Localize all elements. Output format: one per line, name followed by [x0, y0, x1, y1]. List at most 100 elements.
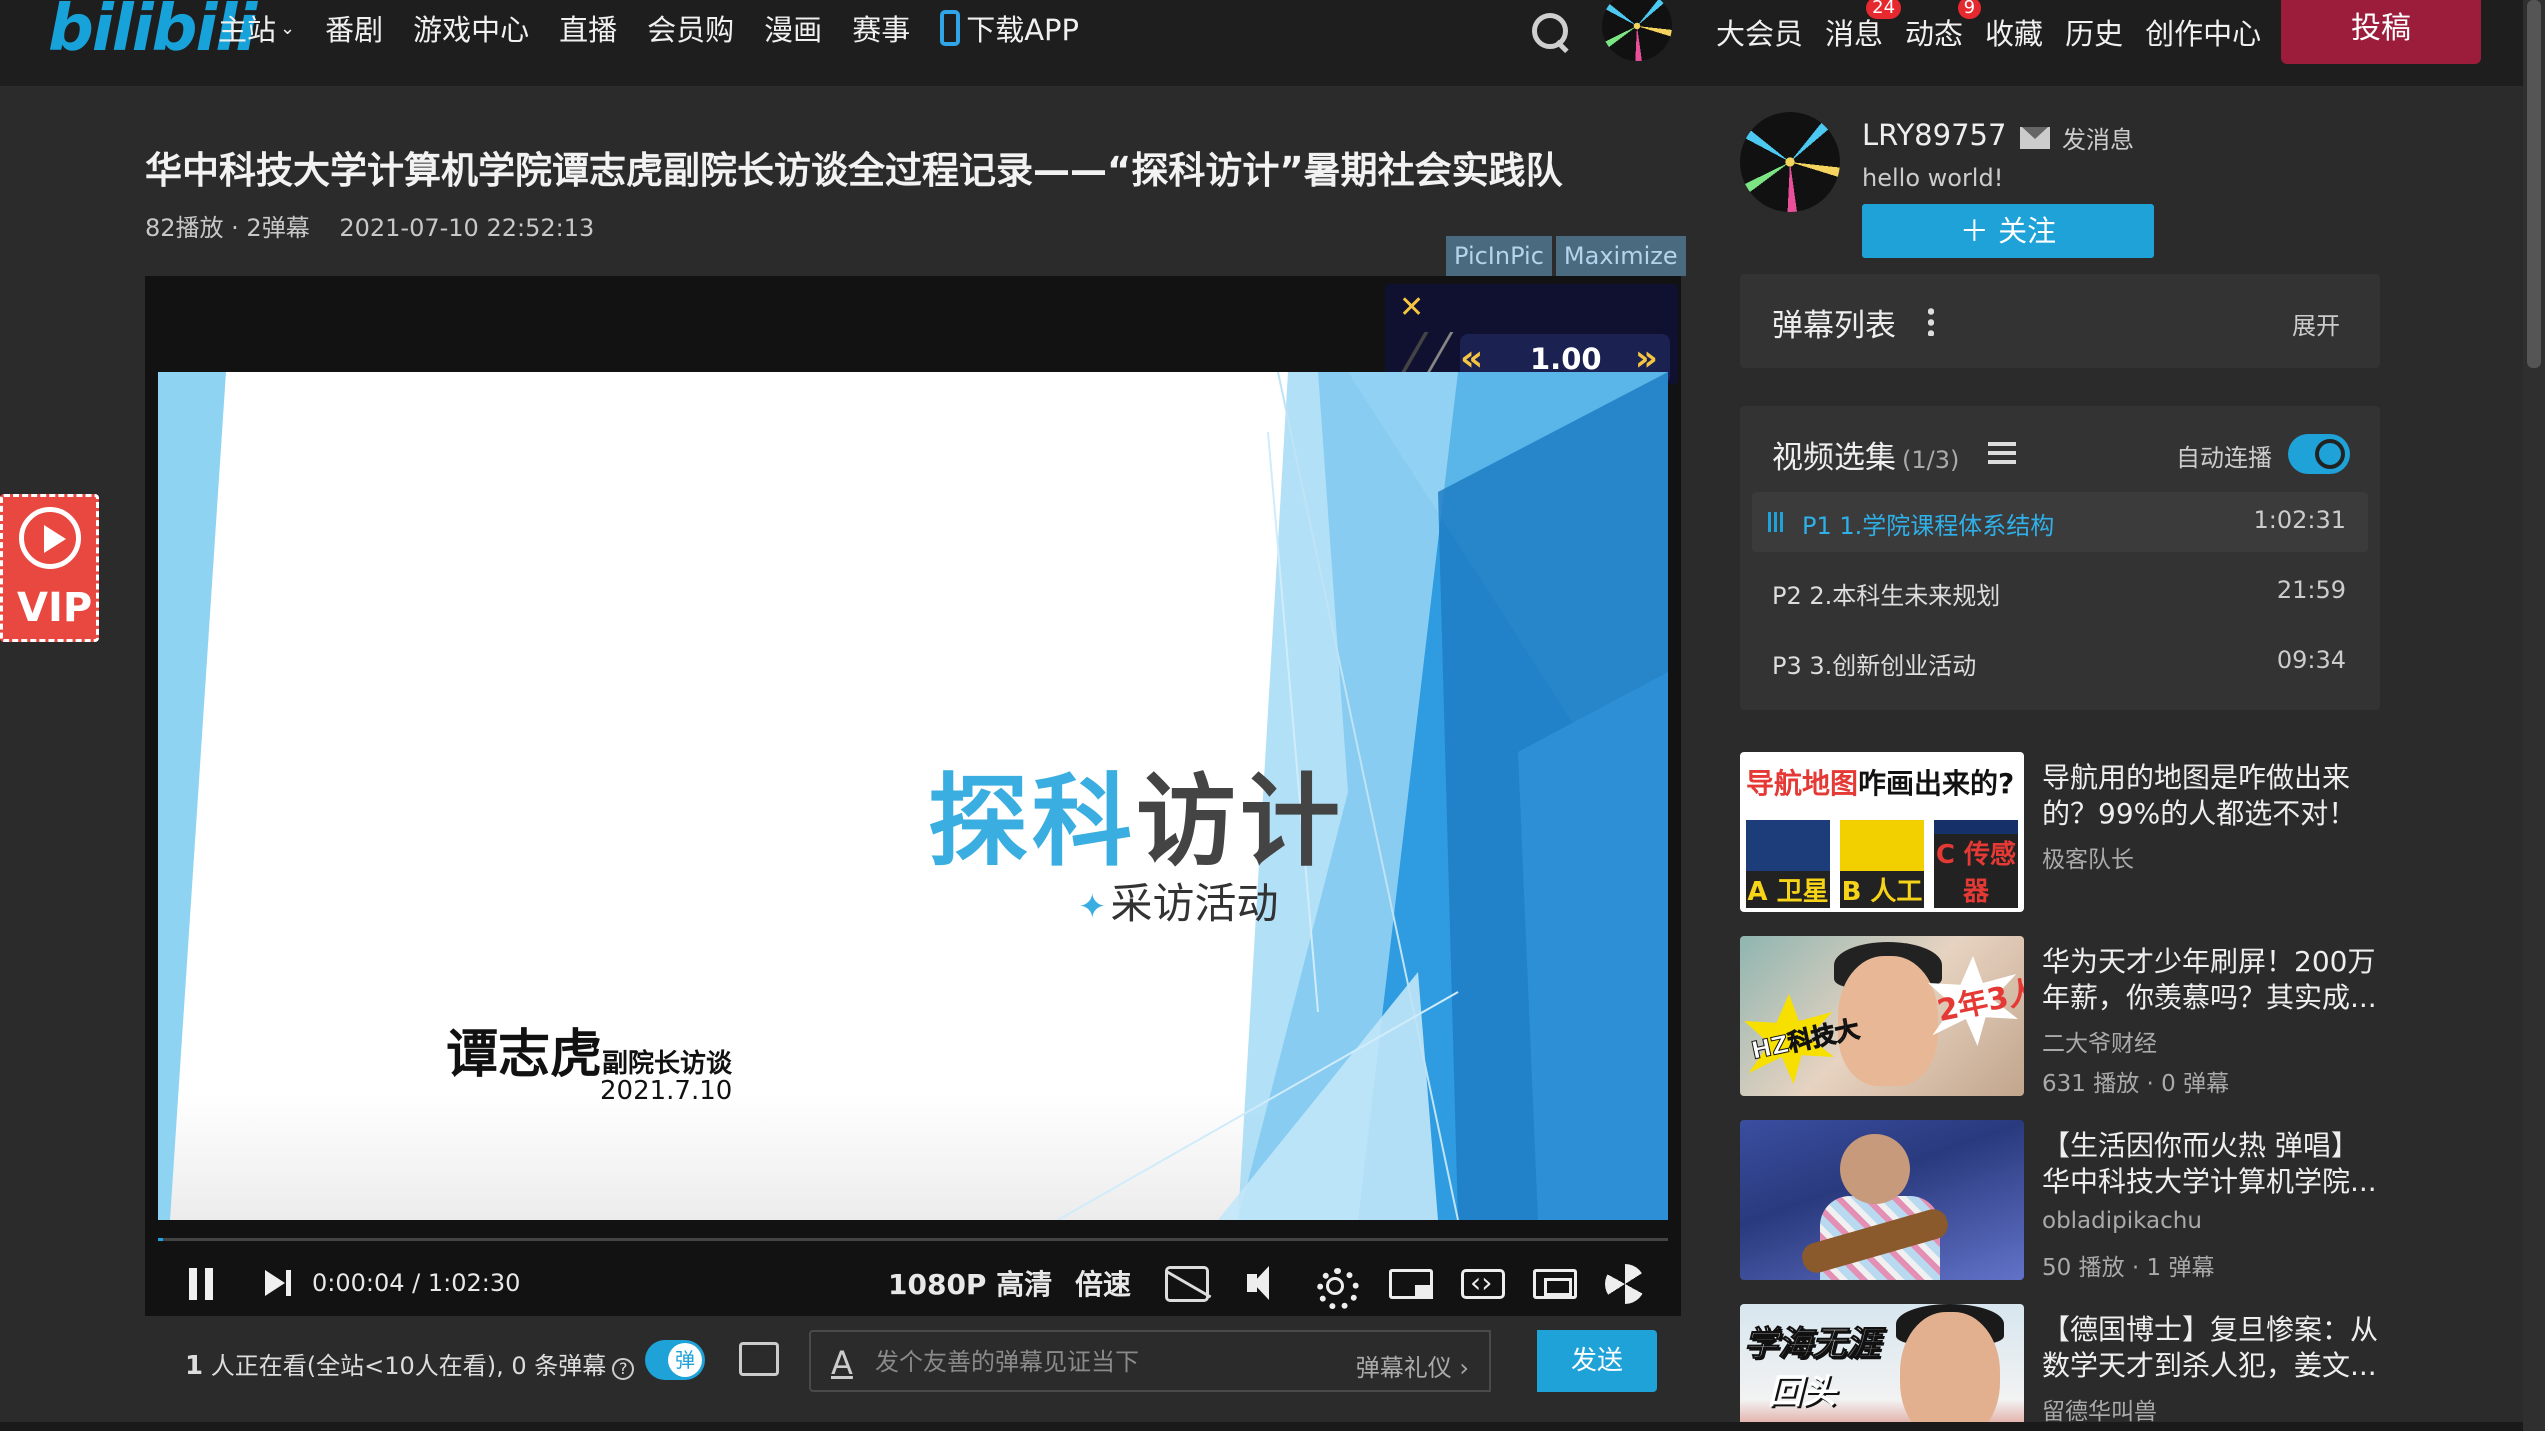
danmu-expand-button[interactable]: 展开: [2292, 306, 2340, 341]
recommend-item[interactable]: 学海无涯 回头 【德国博士】复旦惨案：从数学天才到杀人犯，姜文... 留德华叫兽: [1740, 1304, 2380, 1422]
nav-live[interactable]: 直播: [559, 6, 617, 50]
nav-bangumi[interactable]: 番剧: [325, 6, 383, 50]
uploader-name[interactable]: LRY89757: [1862, 118, 2006, 152]
recommend-item[interactable]: HZ科技大 2年3人 华为天才少年刷屏！200万年薪，你羡慕吗？其实成... 二…: [1740, 936, 2380, 1104]
danmu-toggle[interactable]: 弹: [645, 1340, 705, 1380]
nav-history[interactable]: 历史: [2065, 11, 2123, 53]
pause-icon[interactable]: [189, 1268, 215, 1300]
slide-speaker-role: 副院长访谈: [602, 1049, 733, 1079]
recommend-title[interactable]: 导航用的地图是咋做出来的？99%的人都选不对！: [2042, 760, 2380, 832]
recommend-author[interactable]: 留德华叫兽: [2042, 1392, 2157, 1422]
nav-manga[interactable]: 漫画: [764, 6, 822, 50]
episode-item[interactable]: P3 3.创新创业活动 09:34: [1752, 632, 2368, 692]
vip-float-banner[interactable]: VIP: [0, 494, 99, 642]
nav-mall[interactable]: 会员购: [647, 6, 734, 50]
scrollbar-thumb[interactable]: [2527, 0, 2541, 368]
quality-button[interactable]: 1080P 高清: [888, 1256, 1052, 1310]
search-icon[interactable]: [1530, 11, 1572, 53]
thumb-caption-1: 学海无涯: [1744, 1324, 1881, 1365]
recommend-author[interactable]: 二大爷财经: [2042, 1024, 2157, 1058]
danmu-off-icon[interactable]: [1165, 1266, 1209, 1302]
episode-duration: 21:59: [2276, 576, 2346, 604]
recommend-title[interactable]: 【生活因你而火热 弹唱】华中科技大学计算机学院...: [2042, 1128, 2380, 1200]
video-thumbnail[interactable]: [1740, 1120, 2024, 1280]
nav-dynamics[interactable]: 动态 9: [1905, 0, 1982, 53]
nav-main-site[interactable]: 主站 ⌄: [218, 6, 295, 50]
slide-title-blue: 探科: [928, 763, 1136, 880]
send-message-label: 发消息: [2062, 126, 2134, 154]
gear-icon[interactable]: [1315, 1266, 1359, 1310]
recommend-stats: 50 播放 · 1 弹幕: [2042, 1255, 2215, 1281]
recommend-item[interactable]: 导航地图咋画出来的? A 卫星 B 人工 C 传感器 导航用的地图是咋做出来的？…: [1740, 752, 2380, 920]
episode-count: (1/3): [1902, 446, 1960, 474]
nav-creator-center[interactable]: 创作中心: [2145, 11, 2261, 53]
autoplay-toggle[interactable]: [2288, 434, 2350, 474]
nav-creator-center-label: 创作中心: [2145, 17, 2262, 51]
speed-button[interactable]: 倍速: [1075, 1256, 1131, 1310]
recommend-item[interactable]: 【生活因你而火热 弹唱】华中科技大学计算机学院... obladipikachu…: [1740, 1120, 2380, 1288]
slide-title: 探科访计: [928, 740, 1344, 885]
help-icon[interactable]: ?: [612, 1358, 635, 1380]
upload-button[interactable]: 投稿: [2281, 0, 2481, 64]
speed-value: 1.00: [1530, 342, 1602, 376]
video-thumbnail[interactable]: 导航地图咋画出来的? A 卫星 B 人工 C 传感器: [1740, 752, 2024, 912]
close-icon[interactable]: ✕: [1399, 290, 1424, 325]
slide-title-dark: 访计: [1136, 763, 1344, 880]
picinpic-button[interactable]: PicInPic: [1446, 236, 1552, 276]
danmu-settings-icon[interactable]: [739, 1342, 779, 1376]
pip-icon[interactable]: [1389, 1269, 1433, 1299]
font-style-icon[interactable]: A: [831, 1344, 853, 1382]
nav-download-app[interactable]: 下载APP: [940, 6, 1079, 50]
radiation-icon[interactable]: [1605, 1264, 1645, 1304]
follow-button[interactable]: ＋ 关注: [1862, 204, 2154, 258]
send-message-link[interactable]: 发消息: [2020, 120, 2134, 155]
nav-messages[interactable]: 消息 24: [1825, 0, 1902, 53]
thumb-heading-dark: 咋画出来的?: [1858, 767, 2015, 800]
progress-bar[interactable]: [158, 1238, 1668, 1241]
messages-badge: 24: [1866, 0, 1902, 19]
danmu-input[interactable]: [875, 1344, 1295, 1380]
recommend-title[interactable]: 华为天才少年刷屏！200万年薪，你羡慕吗？其实成...: [2042, 944, 2380, 1016]
episode-list-panel: 视频选集 (1/3) 自动连播 P1 1.学院课程体系结构 1:02:31 P2 …: [1740, 406, 2380, 710]
nav-messages-label: 消息: [1825, 17, 1884, 51]
thumb-cell-caption: B 人工: [1840, 871, 1924, 908]
danmu-send-bar: 1 人正在看(全站<10人在看), 0 条弹幕? 弹 A 弹幕礼仪 › 发送: [145, 1316, 1681, 1406]
recommend-author[interactable]: obladipikachu: [2042, 1208, 2202, 1234]
send-button[interactable]: 发送: [1537, 1330, 1657, 1392]
episode-item[interactable]: P1 1.学院课程体系结构 1:02:31: [1752, 492, 2368, 552]
episode-item[interactable]: P2 2.本科生未来规划 21:59: [1752, 562, 2368, 622]
maximize-button[interactable]: Maximize: [1555, 236, 1686, 276]
web-fullscreen-icon[interactable]: [1533, 1269, 1577, 1299]
slide-speaker-name: 谭志虎: [446, 1025, 603, 1085]
download-app-label: 下载APP: [966, 13, 1080, 47]
mail-icon: [2020, 126, 2050, 149]
time-separator: /: [412, 1269, 421, 1297]
user-avatar[interactable]: [1602, 0, 1672, 61]
thumb-cell: A 卫星: [1746, 820, 1830, 908]
video-meta: 82播放 · 2弹幕 2021-07-10 22:52:13: [145, 208, 616, 243]
nav-vip[interactable]: 大会员: [1716, 11, 1803, 53]
video-thumbnail[interactable]: 学海无涯 回头: [1740, 1304, 2024, 1422]
recommend-title[interactable]: 【德国博士】复旦惨案：从数学天才到杀人犯，姜文...: [2042, 1312, 2380, 1384]
danmu-etiquette-link[interactable]: 弹幕礼仪 ›: [1356, 1348, 1469, 1383]
episode-list-title: 视频选集 (1/3): [1772, 432, 1959, 477]
video-thumbnail[interactable]: HZ科技大 2年3人: [1740, 936, 2024, 1096]
recommend-author[interactable]: 极客队长: [2042, 840, 2134, 874]
video-player[interactable]: ✕ « 1.00 » 探科访计 ✦采访活动 谭志虎副院长访谈 2021.7.10: [145, 276, 1681, 1316]
thumb-caption-2: 回头: [1768, 1372, 1836, 1412]
uploader-avatar[interactable]: [1740, 112, 1840, 212]
video-title: 华中科技大学计算机学院谭志虎副院长访谈全过程记录——“探科访计”暑期社会实践队: [145, 149, 1563, 192]
more-icon[interactable]: [1928, 306, 1934, 336]
list-icon[interactable]: [1988, 442, 2016, 464]
widescreen-icon[interactable]: [1461, 1266, 1505, 1299]
nav-main-site-label: 主站: [218, 13, 277, 47]
volume-icon[interactable]: [1245, 1266, 1289, 1302]
next-episode-icon[interactable]: [265, 1270, 295, 1298]
nav-game-center[interactable]: 游戏中心: [413, 6, 529, 50]
viewer-count-text: 人正在看(全站<10人在看), 0 条弹幕: [203, 1352, 607, 1380]
top-nav-bar: bilibili 主站 ⌄ 番剧 游戏中心 直播 会员购 漫画 赛事 下载APP …: [0, 0, 2545, 86]
nav-esports[interactable]: 赛事: [852, 6, 910, 50]
nav-favorites[interactable]: 收藏: [1985, 11, 2043, 53]
speed-control-panel: ✕ « 1.00 »: [1385, 284, 1678, 384]
player-mode-tabs: PicInPic Maximize: [1446, 236, 1686, 276]
